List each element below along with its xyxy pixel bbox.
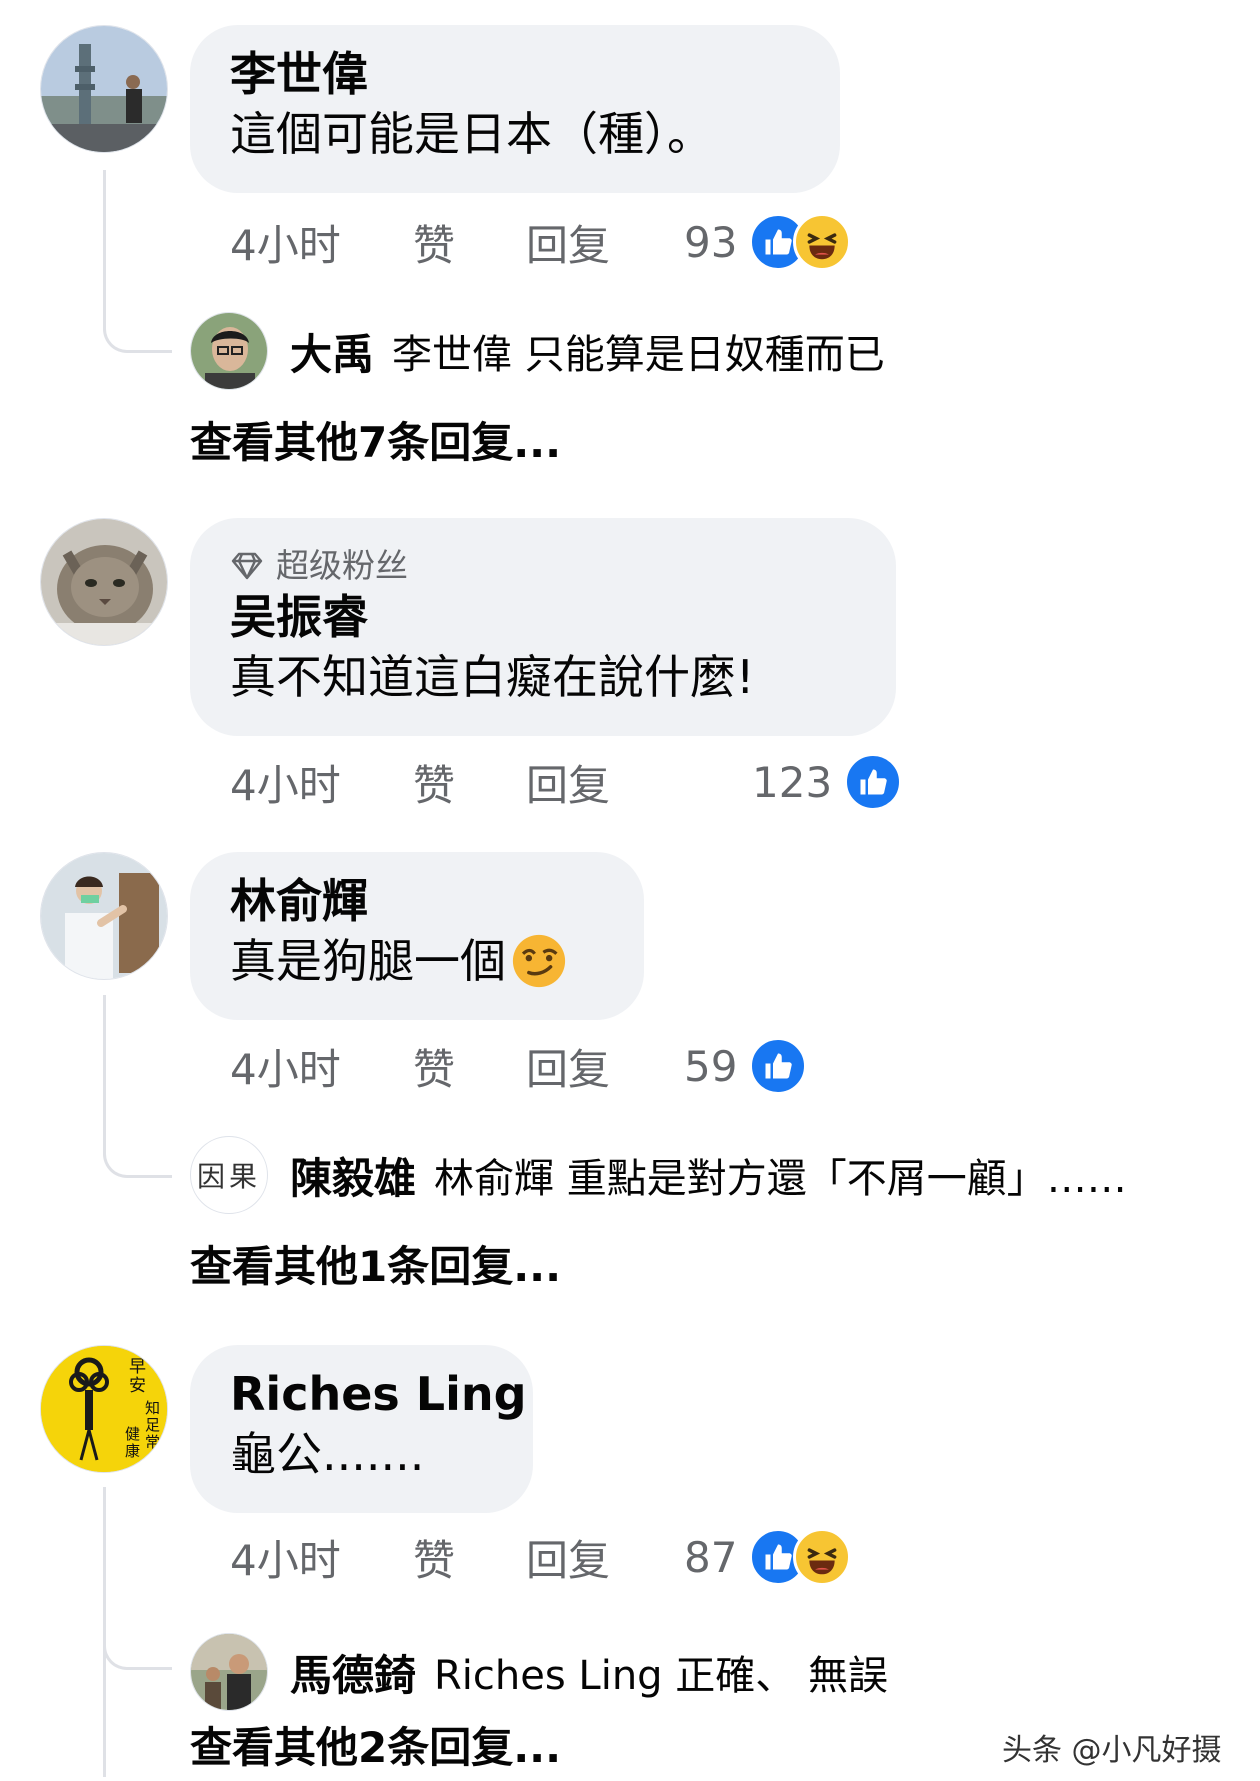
avatar-text-c: 健康	[125, 1425, 141, 1460]
reply-avatar[interactable]	[190, 312, 268, 390]
reply-text: Riches Ling 正確、 無誤	[434, 1653, 888, 1699]
thread-line-branch	[103, 1487, 172, 1670]
like-button[interactable]: 赞	[413, 752, 526, 813]
watermark: 头条 @小凡好摄	[1002, 1733, 1222, 1768]
comment-actions: 4小时 赞 回复	[230, 1527, 610, 1587]
haha-reaction-icon	[793, 1528, 852, 1586]
comment-actions: 4小时 赞 回复	[230, 212, 610, 272]
comment-bubble: 超级粉丝 吴振睿 真不知道這白癡在說什麼!	[190, 518, 896, 736]
timestamp: 4小时	[230, 220, 341, 270]
like-button[interactable]: 赞	[413, 1036, 526, 1097]
reply-button[interactable]: 回复	[526, 1036, 610, 1097]
view-more-replies[interactable]: 查看其他7条回复...	[190, 413, 561, 473]
avatar-text-b: 知足常	[145, 1399, 161, 1451]
smirk-emoji-icon	[512, 934, 566, 988]
diamond-icon	[231, 552, 263, 580]
comment-bubble: 李世偉 這個可能是日本（種）。	[190, 25, 840, 193]
reaction-count: 59	[684, 1041, 738, 1091]
view-more-replies[interactable]: 查看其他2条回复...	[190, 1718, 561, 1778]
avatar[interactable]	[40, 852, 168, 980]
comment-author[interactable]: 林俞輝	[230, 872, 604, 930]
comment-actions: 4小时 赞 回复	[230, 1036, 610, 1096]
like-button[interactable]: 赞	[413, 212, 526, 273]
comment-text: 龜公.......	[230, 1427, 425, 1481]
reply-preview[interactable]: 陳毅雄 林俞輝 重點是對方還「不屑一顧」……	[290, 1135, 1127, 1215]
comment-text-body: 真是狗腿一個	[230, 934, 506, 988]
view-more-replies[interactable]: 查看其他1条回复...	[190, 1237, 561, 1297]
comment-actions: 4小时 赞 回复	[230, 752, 610, 812]
timestamp: 4小时	[230, 1044, 341, 1094]
comment-author[interactable]: Riches Ling	[230, 1365, 527, 1423]
reply-author[interactable]: 陳毅雄	[290, 1145, 416, 1206]
reaction-count: 123	[752, 757, 833, 807]
reply-avatar-text: 因果	[196, 1160, 261, 1193]
like-reaction-icon	[844, 753, 903, 811]
reaction-count: 93	[684, 217, 738, 267]
haha-reaction-icon	[793, 213, 852, 271]
avatar[interactable]	[40, 518, 168, 646]
reactions[interactable]: 59	[684, 1036, 808, 1096]
reply-button[interactable]: 回复	[526, 212, 610, 273]
reply-author[interactable]: 大禹	[290, 321, 374, 382]
reply-preview[interactable]: 大禹 李世偉 只能算是日奴種而已	[290, 311, 885, 391]
comment-text: 真是狗腿一個	[230, 930, 604, 992]
avatar-text-a: 早安	[129, 1357, 146, 1396]
like-button[interactable]: 赞	[413, 1527, 526, 1588]
reply-text: 林俞輝 重點是對方還「不屑一顧」……	[434, 1156, 1127, 1202]
reply-preview[interactable]: 馬德錡 Riches Ling 正確、 無誤	[290, 1632, 888, 1712]
timestamp: 4小时	[230, 1535, 341, 1585]
reactions[interactable]: 123	[752, 752, 903, 812]
thread-line	[103, 995, 172, 1178]
comment-bubble: 林俞輝 真是狗腿一個	[190, 852, 644, 1020]
reactions[interactable]: 93	[684, 212, 852, 272]
reply-button[interactable]: 回复	[526, 752, 610, 813]
comment-text: 這個可能是日本（種）。	[230, 107, 713, 161]
comment-text: 真不知道這白癡在說什麼!	[230, 650, 755, 704]
badge-label: 超级粉丝	[276, 546, 408, 585]
top-fan-badge: 超级粉丝	[230, 544, 856, 588]
timestamp: 4小时	[230, 760, 341, 810]
comment-author[interactable]: 李世偉	[230, 45, 800, 103]
reply-avatar[interactable]: 因果	[190, 1136, 268, 1214]
reply-text: 李世偉 只能算是日奴種而已	[392, 332, 885, 378]
thread-line	[103, 170, 172, 353]
avatar[interactable]	[40, 25, 168, 153]
reply-avatar[interactable]	[190, 1633, 268, 1711]
comment-bubble: Riches Ling 龜公.......	[190, 1345, 533, 1513]
reply-button[interactable]: 回复	[526, 1527, 610, 1588]
comment-author[interactable]: 吴振睿	[230, 588, 856, 646]
reaction-count: 87	[684, 1532, 738, 1582]
reactions[interactable]: 87	[684, 1527, 852, 1587]
avatar[interactable]: 早安 知足常 健康	[40, 1345, 168, 1473]
reply-author[interactable]: 馬德錡	[290, 1642, 416, 1703]
like-reaction-icon	[749, 1037, 808, 1095]
